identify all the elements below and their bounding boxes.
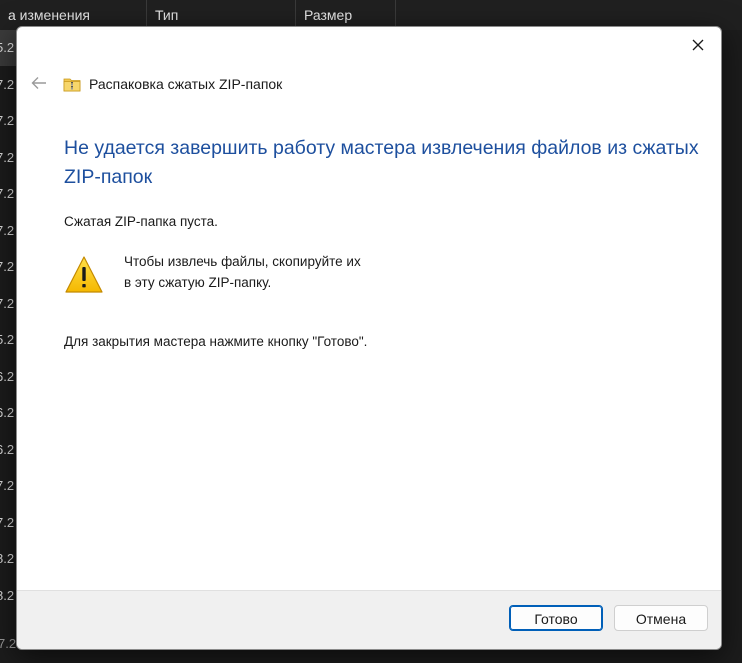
file-row[interactable]: 5.2: [0, 30, 16, 66]
file-row[interactable]: 6.2: [0, 395, 16, 431]
back-arrow-icon: [31, 77, 46, 89]
wizard-title-row: Распаковка сжатых ZIP-папок: [63, 73, 282, 95]
file-row[interactable]: 7.2: [0, 103, 16, 139]
file-row[interactable]: 8.2: [0, 541, 16, 577]
file-row[interactable]: 8.2: [0, 578, 16, 614]
cancel-button[interactable]: Отмена: [614, 605, 708, 631]
zip-folder-icon: [63, 78, 81, 92]
file-row[interactable]: 5.2: [0, 322, 16, 358]
empty-folder-message: Сжатая ZIP-папка пуста.: [64, 214, 218, 229]
close-icon: [692, 39, 704, 51]
wizard-title: Распаковка сжатых ZIP-папок: [89, 76, 283, 92]
finish-button[interactable]: Готово: [509, 605, 603, 631]
warning-icon: [65, 256, 103, 293]
file-row[interactable]: 6.2: [0, 359, 16, 395]
file-row[interactable]: 7.2: [0, 468, 16, 504]
dialog-footer: Готово Отмена: [17, 590, 721, 649]
file-row[interactable]: 7.2: [0, 67, 16, 103]
file-row[interactable]: 7.2: [0, 249, 16, 285]
warning-text-line-2: в эту сжатую ZIP-папку.: [124, 275, 272, 290]
file-row[interactable]: 7.2: [0, 286, 16, 322]
close-button[interactable]: [675, 27, 721, 63]
warning-text-line-1: Чтобы извлечь файлы, скопируйте их: [124, 254, 361, 269]
back-button[interactable]: [25, 69, 53, 97]
file-row[interactable]: 7.2: [0, 140, 16, 176]
file-row[interactable]: 7.2: [0, 176, 16, 212]
extract-wizard-dialog: Распаковка сжатых ZIP-папок Не удается з…: [16, 26, 722, 650]
close-hint-text: Для закрытия мастера нажмите кнопку "Гот…: [64, 334, 368, 349]
file-row[interactable]: 7.2: [0, 505, 16, 541]
file-row[interactable]: 6.2: [0, 432, 16, 468]
file-row[interactable]: 7.2: [0, 213, 16, 249]
page-title: Не удается завершить работу мастера извл…: [64, 137, 699, 188]
